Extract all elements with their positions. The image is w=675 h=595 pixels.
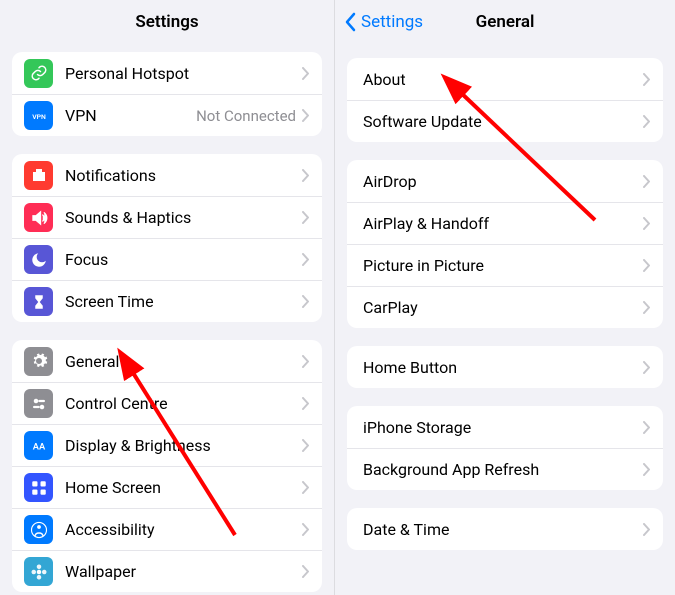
row-iphone-storage[interactable]: iPhone Storage [347,406,663,448]
chevron-right-icon [643,463,651,476]
row-background-app-refresh[interactable]: Background App Refresh [347,448,663,490]
row-picture-in-picture[interactable]: Picture in Picture [347,244,663,286]
svg-text:VPN: VPN [32,112,46,120]
group-notifications: Notifications Sounds & Haptics Focus Screen… [12,154,322,322]
row-vpn[interactable]: VPNVPNNot Connected [12,94,322,136]
group-general: General Control Centre AA Display & Brightn… [12,340,322,592]
chevron-right-icon [302,253,310,266]
row-label: Background App Refresh [363,460,643,479]
row-personal-hotspot[interactable]: Personal Hotspot [12,52,322,94]
svg-text:AA: AA [32,441,45,452]
row-wallpaper[interactable]: Wallpaper [12,550,322,592]
row-label: Screen Time [65,292,302,311]
chevron-right-icon [302,523,310,536]
grid-icon [24,473,53,502]
row-airplay-handoff[interactable]: AirPlay & Handoff [347,202,663,244]
chevron-right-icon [302,211,310,224]
row-label: AirPlay & Handoff [363,214,643,233]
row-label: Control Centre [65,394,302,413]
row-label: Sounds & Haptics [65,208,302,227]
row-label: Notifications [65,166,302,185]
chevron-right-icon [643,73,651,86]
row-value: Not Connected [196,107,296,125]
switches-icon [24,389,53,418]
row-label: Date & Time [363,520,643,539]
row-label: Focus [65,250,302,269]
row-date-time[interactable]: Date & Time [347,508,663,550]
general-panel: Settings General About Software Update Ai… [335,0,675,595]
chevron-right-icon [643,301,651,314]
chevron-left-icon [345,12,357,32]
chevron-right-icon [643,217,651,230]
settings-title: Settings [135,12,198,32]
row-label: General [65,352,302,371]
row-label: Display & Brightness [65,436,302,455]
row-software-update[interactable]: Software Update [347,100,663,142]
row-label: Home Screen [65,478,302,497]
settings-nav: Settings [0,0,334,44]
row-label: Wallpaper [65,562,302,581]
row-display[interactable]: AA Display & Brightness [12,424,322,466]
group-about: About Software Update [347,58,663,142]
row-label: Software Update [363,112,643,131]
row-label: Picture in Picture [363,256,643,275]
row-carplay[interactable]: CarPlay [347,286,663,328]
gear-icon [24,347,53,376]
back-label: Settings [361,12,423,32]
row-controlcentre[interactable]: Control Centre [12,382,322,424]
row-focus[interactable]: Focus [12,238,322,280]
row-label: About [363,70,643,89]
row-label: VPN [65,106,196,125]
chevron-right-icon [643,361,651,374]
chevron-right-icon [302,355,310,368]
chevron-right-icon [643,175,651,188]
chevron-right-icon [302,295,310,308]
chevron-right-icon [302,397,310,410]
row-sounds[interactable]: Sounds & Haptics [12,196,322,238]
group-homebutton: Home Button [347,346,663,388]
group-datetime: Date & Time [347,508,663,550]
row-label: Personal Hotspot [65,64,302,83]
row-home-button[interactable]: Home Button [347,346,663,388]
general-nav: Settings General [335,0,675,44]
row-label: Home Button [363,358,643,377]
row-screentime[interactable]: Screen Time [12,280,322,322]
row-airdrop[interactable]: AirDrop [347,160,663,202]
chevron-right-icon [643,421,651,434]
chevron-right-icon [302,565,310,578]
person-icon [24,515,53,544]
row-general[interactable]: General [12,340,322,382]
chevron-right-icon [302,169,310,182]
group-connectivity: Personal HotspotVPNVPNNot Connected [12,52,322,136]
row-label: Accessibility [65,520,302,539]
aa-icon: AA [24,431,53,460]
row-homescreen[interactable]: Home Screen [12,466,322,508]
chevron-right-icon [302,481,310,494]
bell-icon [24,161,53,190]
hourglass-icon [24,287,53,316]
chevron-right-icon [302,67,310,80]
row-label: iPhone Storage [363,418,643,437]
row-about[interactable]: About [347,58,663,100]
general-title: General [476,12,535,32]
chevron-right-icon [643,523,651,536]
row-accessibility[interactable]: Accessibility [12,508,322,550]
speaker-icon [24,203,53,232]
chevron-right-icon [302,109,310,122]
chevron-right-icon [302,439,310,452]
back-button[interactable]: Settings [345,12,423,32]
row-notifications[interactable]: Notifications [12,154,322,196]
chevron-right-icon [643,259,651,272]
group-airdrop: AirDrop AirPlay & Handoff Picture in Pictu… [347,160,663,328]
vpn-icon: VPN [24,101,53,130]
link-icon [24,59,53,88]
flower-icon [24,557,53,586]
row-label: CarPlay [363,298,643,317]
row-label: AirDrop [363,172,643,191]
moon-icon [24,245,53,274]
group-storage: iPhone Storage Background App Refresh [347,406,663,490]
settings-panel: Settings Personal HotspotVPNVPNNot Conne… [0,0,335,595]
chevron-right-icon [643,115,651,128]
